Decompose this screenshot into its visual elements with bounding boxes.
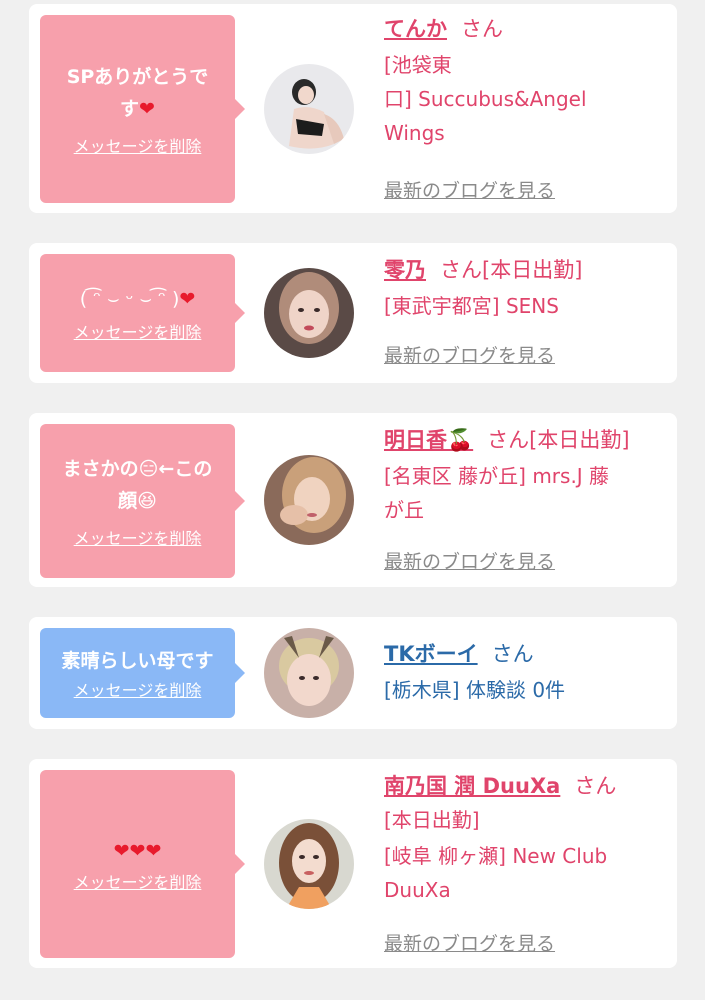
message-text-1: SPありがとうで <box>66 66 209 88</box>
message-text: ❤❤❤ <box>114 835 162 867</box>
avatar[interactable] <box>264 819 354 909</box>
heart-icon: ❤ <box>179 288 196 310</box>
message-bubble: ❤❤❤ メッセージを削除 <box>40 770 245 958</box>
message-card: まさかの😑←この 顔😆 メッセージを削除 明日香🍒 さん[本日出勤] [名東区 藤… <box>29 413 677 587</box>
work-status: [本日出勤] <box>384 808 480 832</box>
name-line: 零乃 さん[本日出勤] <box>384 255 669 285</box>
name-line: てんか さん <box>384 14 669 44</box>
cast-name-link[interactable]: 零乃 <box>384 258 426 282</box>
delete-message-link[interactable]: メッセージを削除 <box>74 529 202 549</box>
message-text-2: 顔😆 <box>118 490 157 512</box>
heart-icon: ❤ <box>113 840 130 862</box>
avatar[interactable] <box>264 628 354 718</box>
message-card: 素晴らしい母です メッセージを削除 TKボーイ さん [栃木県] 体験談 0件 <box>29 617 677 729</box>
cast-info: てんか さん [池袋東 口] Succubus&Angel Wings 最新のブロ… <box>384 14 669 202</box>
message-bubble: 素晴らしい母です メッセージを削除 <box>40 628 245 718</box>
avatar[interactable] <box>264 64 354 154</box>
message-text: SPありがとうで す❤ <box>53 61 223 125</box>
cast-name-link[interactable]: 南乃国 潤 DuuXa <box>384 774 560 798</box>
avatar-image <box>264 268 354 358</box>
cast-name-link[interactable]: 明日香🍒 <box>384 428 473 452</box>
message-text-1: まさかの😑←この <box>62 458 213 480</box>
message-text: 素晴らしい母です <box>61 650 214 672</box>
latest-blog-link[interactable]: 最新のブログを見る <box>384 341 555 368</box>
delete-message-link[interactable]: メッセージを削除 <box>74 873 202 893</box>
delete-message-link[interactable]: メッセージを削除 <box>74 137 202 157</box>
shop-location: [池袋東 口] Succubus&Angel Wings <box>384 48 669 150</box>
shop-location: [岐阜 柳ヶ瀬] New Club DuuXa <box>384 839 669 907</box>
shop-location-1: [名東区 藤が丘] mrs.J 藤 <box>384 464 610 488</box>
kaomoji: ( ͡ᵔ ⌣ ᵕ ⌣ ͡ᵔ ) <box>79 288 180 310</box>
name-line: 南乃国 潤 DuuXa さん <box>384 771 669 801</box>
name-line: TKボーイ さん <box>384 639 669 669</box>
message-card: ❤❤❤ メッセージを削除 南乃国 潤 DuuXa さん [本日出勤] [岐阜 柳ヶ… <box>29 759 677 968</box>
honorific: さん <box>461 17 503 41</box>
avatar-image <box>264 455 354 545</box>
message-text: ( ͡ᵔ ⌣ ᵕ ⌣ ͡ᵔ )❤ <box>80 283 196 315</box>
shop-location-1: [池袋東 <box>384 53 452 77</box>
cast-name-link[interactable]: てんか <box>384 17 447 41</box>
name-line: 明日香🍒 さん[本日出勤] <box>384 425 669 455</box>
cast-info: 零乃 さん[本日出勤] [東武宇都宮] SENS 最新のブログを見る <box>384 255 669 367</box>
shop-location: [栃木県] 体験談 0件 <box>384 678 566 702</box>
message-text-2: す <box>120 98 140 120</box>
heart-icon: ❤ <box>145 840 162 862</box>
heart-icon: ❤ <box>129 840 146 862</box>
cast-info: 南乃国 潤 DuuXa さん [本日出勤] [岐阜 柳ヶ瀬] New Club D… <box>384 771 669 955</box>
avatar-image <box>264 64 354 154</box>
shop-location-3: Wings <box>384 121 445 145</box>
honorific: さん[本日出勤] <box>440 258 583 282</box>
cast-name-link[interactable]: TKボーイ <box>384 642 478 666</box>
shop-location-2: が丘 <box>384 498 424 522</box>
cast-info: 明日香🍒 さん[本日出勤] [名東区 藤が丘] mrs.J 藤 が丘 最新のブログ… <box>384 425 669 573</box>
avatar[interactable] <box>264 268 354 358</box>
heart-icon: ❤ <box>139 98 155 120</box>
shop-location-2: DuuXa <box>384 878 451 902</box>
message-text: まさかの😑←この 顔😆 <box>63 453 213 517</box>
delete-message-link[interactable]: メッセージを削除 <box>74 323 202 343</box>
avatar-image <box>264 819 354 909</box>
honorific: さん[本日出勤] <box>487 428 630 452</box>
message-bubble: ( ͡ᵔ ⌣ ᵕ ⌣ ͡ᵔ )❤ メッセージを削除 <box>40 254 245 372</box>
latest-blog-link[interactable]: 最新のブログを見る <box>384 929 555 956</box>
shop-location: [東武宇都宮] SENS <box>384 294 559 318</box>
shop-location: [名東区 藤が丘] mrs.J 藤 が丘 <box>384 459 669 527</box>
delete-message-link[interactable]: メッセージを削除 <box>74 681 202 701</box>
avatar-image <box>264 628 354 718</box>
message-bubble: まさかの😑←この 顔😆 メッセージを削除 <box>40 424 245 578</box>
message-card: SPありがとうで す❤ メッセージを削除 てんか さん [池袋東 口] Succu… <box>29 4 677 213</box>
message-bubble: SPありがとうで す❤ メッセージを削除 <box>40 15 245 203</box>
latest-blog-link[interactable]: 最新のブログを見る <box>384 547 555 574</box>
shop-location-2: 口] Succubus&Angel <box>384 87 587 111</box>
honorific: さん <box>574 774 617 798</box>
cast-info: TKボーイ さん [栃木県] 体験談 0件 <box>384 639 669 707</box>
shop-location-1: [岐阜 柳ヶ瀬] New Club <box>384 844 608 868</box>
latest-blog-link[interactable]: 最新のブログを見る <box>384 176 555 203</box>
message-card: ( ͡ᵔ ⌣ ᵕ ⌣ ͡ᵔ )❤ メッセージを削除 零乃 さん[本日出勤] [東武… <box>29 243 677 383</box>
avatar[interactable] <box>264 455 354 545</box>
honorific: さん <box>491 642 534 666</box>
